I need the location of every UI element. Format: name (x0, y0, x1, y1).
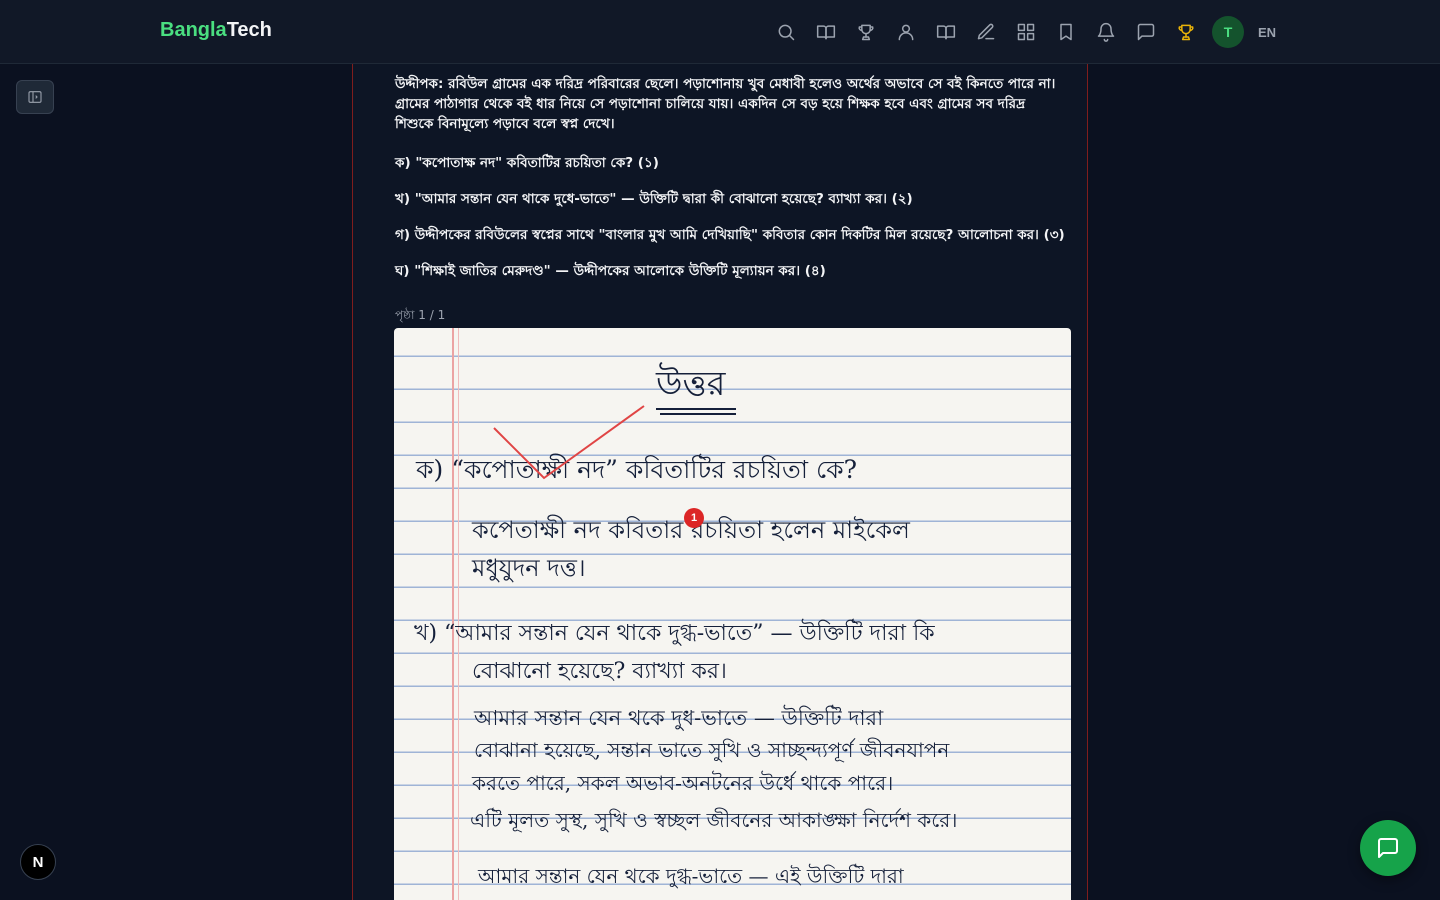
sidebar-icon (28, 91, 42, 103)
nav-icons: T EN (766, 12, 1276, 52)
sheet-margin-line (458, 328, 459, 900)
top-navbar: BanglaTech T EN (0, 0, 1440, 64)
chat-icon (1378, 838, 1398, 858)
question-item-kha: খ) "আমার সন্তান যেন থাকে দুধে-ভাতে" — উক… (395, 191, 913, 207)
sidebar-toggle-button[interactable] (16, 80, 54, 114)
answer-line: করতে পারে, সকল অভাব-অনটনের উর্ধে থাকে পা… (472, 771, 894, 795)
title-underline (660, 413, 736, 415)
search-icon[interactable] (766, 12, 806, 52)
stimulus-text: উদ্দীপক: রবিউল গ্রামের এক দরিদ্র পরিবারে… (395, 76, 1056, 132)
brand-part-2: Tech (226, 19, 272, 41)
answer-line: খ) “আমার সন্তান যেন থাকে দুগ্ধ-ভাতে” — উ… (414, 621, 935, 646)
sheet-margin-line (452, 328, 454, 900)
question-panel: উদ্দীপক: রবিউল গ্রামের এক দরিদ্র পরিবারে… (352, 64, 1088, 900)
answer-line: মধুযুদন দত্ত। (472, 554, 586, 582)
question-item-ka: ক) "কপোতাক্ষ নদ" কবিতাটির রচয়িতা কে? (১… (395, 155, 659, 171)
avatar[interactable]: T (1212, 16, 1244, 48)
brand-part-1: Bangla (160, 19, 227, 41)
answer-sheet-image[interactable]: উত্তর ক) “কপোতাক্ষী নদ” কবিতাটির রচয়িতা… (394, 328, 1071, 900)
page-indicator: পৃষ্ঠা 1 / 1 (395, 308, 446, 322)
edit-icon[interactable] (966, 12, 1006, 52)
answer-line: বোঝানো হয়েছে? ব্যাখ্যা কর। (472, 659, 727, 684)
grid-icon[interactable] (1006, 12, 1046, 52)
trophy-icon[interactable] (846, 12, 886, 52)
answer-line: এটি মূলত সুস্থ, সুখি ও স্বচ্ছল জীবনের আক… (470, 808, 958, 832)
n-badge[interactable]: N (20, 844, 56, 880)
answer-line: আমার সন্তান যেন থকে দুধ-ভাতে — উক্তিটি দ… (474, 706, 884, 730)
message-icon[interactable] (1126, 12, 1166, 52)
answer-line: আমার সন্তান যেন থকে দুগ্ধ-ভাতে — এই উক্ত… (478, 864, 904, 888)
answer-title: উত্তর (656, 364, 726, 404)
language-toggle[interactable]: EN (1258, 25, 1276, 40)
question-item-ga: গ) উদ্দীপকের রবিউলের স্বপ্নের সাথে "বাংল… (395, 227, 1065, 243)
library-icon[interactable] (926, 12, 966, 52)
answer-line: বোঝানা হয়েছে, সন্তান ভাতে সুখি ও সাচ্ছন… (474, 738, 950, 762)
checkmark-icon (493, 405, 645, 480)
brand-logo[interactable]: BanglaTech (160, 19, 272, 42)
chat-fab-button[interactable] (1360, 820, 1416, 876)
trophy-active-icon[interactable] (1166, 12, 1206, 52)
users-icon[interactable] (886, 12, 926, 52)
bell-icon[interactable] (1086, 12, 1126, 52)
question-item-gha: ঘ) "শিক্ষাই জাতির মেরুদণ্ড" — উদ্দীপকের … (395, 263, 826, 279)
bookmark-icon[interactable] (1046, 12, 1086, 52)
annotation-marker[interactable]: 1 (684, 508, 704, 528)
title-underline (656, 408, 736, 410)
book-open-icon[interactable] (806, 12, 846, 52)
